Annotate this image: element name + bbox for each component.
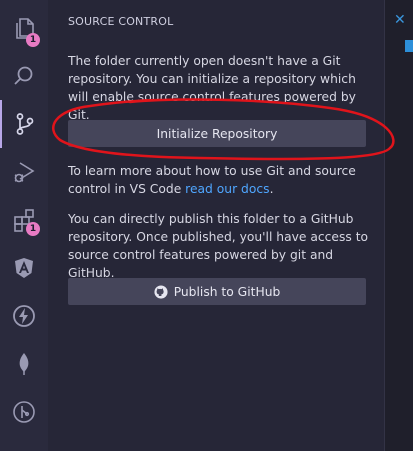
activity-source-control[interactable]	[0, 100, 48, 148]
activity-git-graph[interactable]	[0, 388, 48, 436]
run-debug-icon	[14, 162, 35, 183]
publish-to-github-button[interactable]: Publish to GitHub	[68, 278, 366, 305]
source-control-panel: SOURCE CONTROL The folder currently open…	[48, 0, 384, 451]
angular-icon	[15, 258, 33, 278]
activity-explorer[interactable]: 1	[0, 4, 48, 52]
leaf-icon	[19, 353, 29, 375]
publish-button-label: Publish to GitHub	[173, 284, 281, 299]
vscode-icon: ✕	[394, 12, 406, 28]
lightning-icon	[13, 305, 35, 327]
panel-title: SOURCE CONTROL	[68, 15, 174, 28]
source-control-icon	[16, 113, 34, 135]
search-icon	[14, 66, 33, 85]
no-repo-message: The folder currently open doesn't have a…	[68, 54, 356, 122]
activity-extensions[interactable]: 1	[0, 196, 48, 244]
learn-more-suffix: .	[269, 182, 274, 196]
explorer-badge: 1	[26, 33, 40, 47]
activity-search[interactable]	[0, 52, 48, 100]
activity-thunder[interactable]	[0, 292, 48, 340]
learn-more-message: To learn more about how to use Git and s…	[68, 162, 378, 198]
editor-tab-icon	[405, 40, 413, 52]
activity-bar: 1 1	[0, 0, 48, 451]
activity-mongodb[interactable]	[0, 340, 48, 388]
activity-run-debug[interactable]	[0, 148, 48, 196]
github-icon	[154, 284, 168, 299]
git-branch-icon	[13, 401, 35, 423]
read-docs-link[interactable]: read our docs	[185, 182, 269, 196]
publish-message: You can directly publish this folder to …	[68, 212, 369, 280]
activity-angular[interactable]	[0, 244, 48, 292]
extensions-badge: 1	[26, 222, 40, 236]
editor-area: ✕	[384, 0, 413, 451]
initialize-repository-button[interactable]: Initialize Repository	[68, 120, 366, 147]
